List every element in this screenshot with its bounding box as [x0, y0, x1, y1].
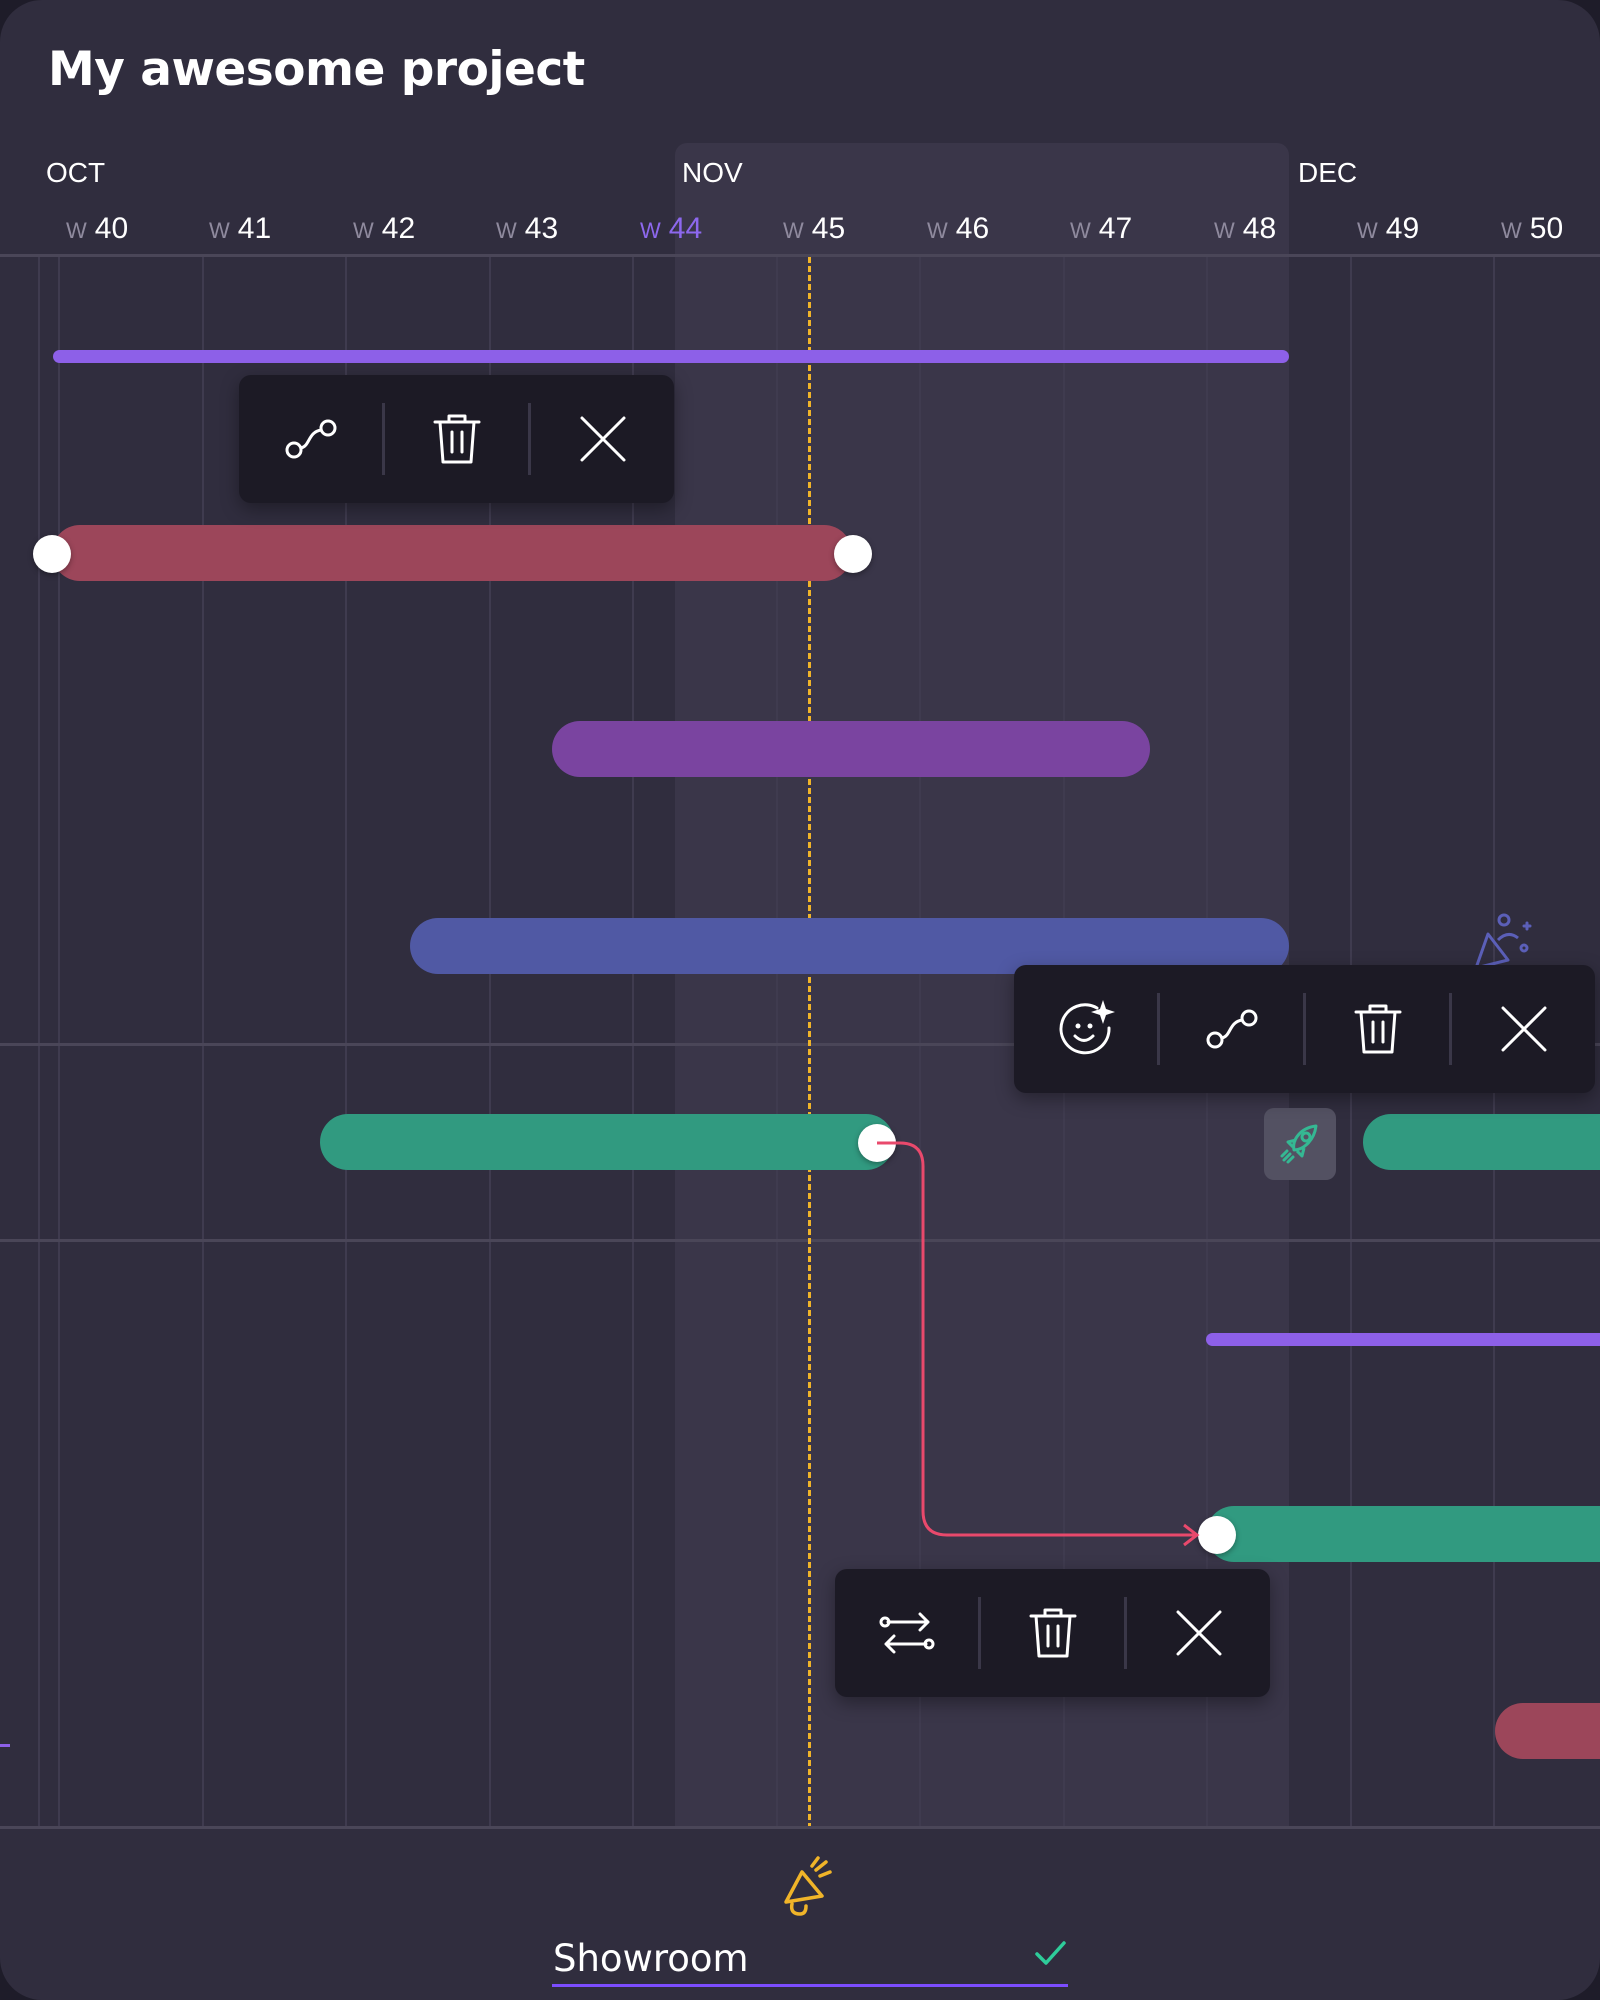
today-marker-line: [808, 257, 811, 1829]
week-label[interactable]: W 41: [209, 212, 271, 246]
resize-handle-end[interactable]: [834, 535, 872, 573]
dependency-handle-start[interactable]: [1198, 1516, 1236, 1554]
close-button[interactable]: [1452, 965, 1595, 1093]
task-bar-green[interactable]: [320, 1114, 894, 1170]
link-dependency-button[interactable]: [239, 375, 382, 503]
task-action-toolbar: [1014, 965, 1595, 1093]
delete-button[interactable]: [385, 375, 528, 503]
task-bar-green-lower[interactable]: [1206, 1506, 1600, 1562]
task-bar-green-right[interactable]: [1363, 1114, 1600, 1170]
close-button[interactable]: [531, 375, 674, 503]
month-label-nov: NOV: [682, 157, 743, 188]
dependency-icon: [1206, 1009, 1257, 1049]
gantt-app: My awesome project OCT NOV DEC W 40 W 41 W…: [0, 0, 1600, 2000]
dependency-handle-end[interactable]: [858, 1124, 896, 1162]
week-label[interactable]: W 48: [1214, 212, 1276, 246]
task-action-toolbar: [239, 375, 674, 503]
trash-icon: [1354, 1004, 1401, 1054]
task-bar-purple[interactable]: [552, 721, 1150, 777]
offscreen-bar-indicator: [0, 1744, 10, 1747]
row-divider: [0, 1239, 1600, 1242]
footer-divider: [0, 1826, 1600, 1829]
close-button[interactable]: [1127, 1569, 1270, 1697]
grid-line: [776, 257, 778, 1826]
swap-dependency-button[interactable]: [835, 1569, 978, 1697]
week-label[interactable]: W 50: [1501, 212, 1563, 246]
task-bar-red-lower[interactable]: [1495, 1703, 1600, 1759]
dependency-action-toolbar: [835, 1569, 1270, 1697]
grid-line: [38, 257, 40, 1826]
close-icon: [580, 416, 625, 462]
megaphone-icon[interactable]: [776, 1852, 846, 1922]
close-icon: [1176, 1610, 1221, 1656]
week-label[interactable]: W 47: [1070, 212, 1132, 246]
check-icon: [1035, 1941, 1066, 1965]
week-label[interactable]: W 43: [496, 212, 558, 246]
emoji-sparkle-icon: [1059, 1000, 1115, 1055]
week-label[interactable]: W 40: [66, 212, 128, 246]
header-divider: [0, 254, 1600, 257]
close-icon: [1501, 1006, 1546, 1052]
month-label-oct: OCT: [46, 157, 106, 188]
milestone-label: Showroom: [553, 1937, 749, 1980]
week-label-current[interactable]: W 44: [640, 212, 702, 246]
week-label[interactable]: W 46: [927, 212, 989, 246]
add-emoji-button[interactable]: [1014, 965, 1157, 1093]
week-label[interactable]: W 42: [353, 212, 415, 246]
grid-line: [202, 257, 204, 1826]
month-label-dec: DEC: [1298, 157, 1358, 188]
swap-arrows-icon: [879, 1612, 934, 1654]
summary-bar-right[interactable]: [1206, 1333, 1600, 1346]
resize-handle-start[interactable]: [33, 535, 71, 573]
grid-line: [58, 257, 60, 1826]
week-label[interactable]: W 45: [783, 212, 845, 246]
delete-button[interactable]: [981, 1569, 1124, 1697]
week-label[interactable]: W 49: [1357, 212, 1419, 246]
party-popper-icon: [1474, 913, 1532, 970]
rocket-icon: [1280, 1124, 1318, 1164]
trash-icon: [1029, 1608, 1076, 1658]
task-bar-red[interactable]: [52, 525, 852, 581]
summary-bar[interactable]: [53, 350, 1289, 363]
trash-icon: [433, 414, 480, 464]
project-title: My awesome project: [48, 42, 585, 97]
dependency-icon: [285, 419, 336, 459]
link-dependency-button[interactable]: [1160, 965, 1303, 1093]
delete-button[interactable]: [1306, 965, 1449, 1093]
milestone-rocket-button[interactable]: [1264, 1108, 1336, 1180]
milestone-showroom[interactable]: Showroom: [552, 1933, 1068, 1987]
